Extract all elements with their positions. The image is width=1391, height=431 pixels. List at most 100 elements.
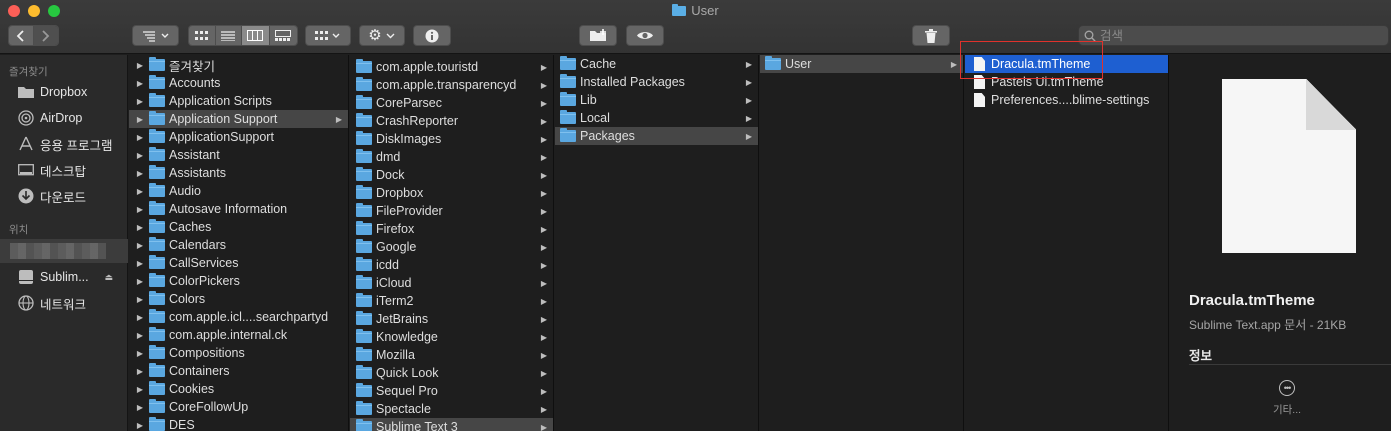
folder-icon	[356, 239, 372, 253]
list-item[interactable]: CrashReporter ▶	[350, 112, 553, 130]
list-item[interactable]: Firefox ▶	[350, 220, 553, 238]
chevron-right-icon: ▶	[540, 350, 547, 360]
list-item[interactable]: ▶ CallServices	[129, 254, 348, 272]
new-folder-button[interactable]	[579, 25, 617, 46]
chevron-right-icon: ▶	[540, 80, 547, 90]
item-label: Audio	[169, 184, 201, 198]
disclosure-icon: ▶	[136, 348, 144, 358]
list-item[interactable]: ▶ com.apple.icl....searchpartyd	[129, 308, 348, 326]
list-item[interactable]: com.apple.touristd ▶	[350, 58, 553, 76]
list-item[interactable]: DiskImages ▶	[350, 130, 553, 148]
redacted-location[interactable]	[0, 239, 128, 263]
folder-icon	[149, 111, 165, 125]
search-input[interactable]	[1100, 28, 1360, 43]
list-item[interactable]: CoreParsec ▶	[350, 94, 553, 112]
sidebar-item-airdrop[interactable]: AirDrop	[0, 107, 128, 129]
list-item[interactable]: ▶ Assistants	[129, 164, 348, 182]
group-by-button[interactable]	[305, 25, 351, 46]
item-label: Quick Look	[376, 366, 439, 380]
list-item[interactable]: ▶ ColorPickers	[129, 272, 348, 290]
list-item-selected[interactable]: User ▶	[760, 55, 963, 73]
list-item[interactable]: ▶ CoreFollowUp	[129, 398, 348, 416]
list-item[interactable]: Preferences....blime-settings	[965, 91, 1168, 109]
list-item-selected[interactable]: Packages ▶	[555, 127, 758, 145]
list-view-button[interactable]	[215, 26, 243, 45]
columns-icon	[247, 30, 264, 41]
trash-icon	[925, 28, 937, 43]
eject-icon[interactable]: ⏏	[104, 272, 113, 283]
list-item[interactable]: Quick Look ▶	[350, 364, 553, 382]
action-menu-button[interactable]: ⚙	[359, 25, 405, 46]
list-item[interactable]: ▶ Containers	[129, 362, 348, 380]
list-item[interactable]: Spectacle ▶	[350, 400, 553, 418]
column-view-button[interactable]	[242, 26, 270, 45]
disclosure-icon: ▶	[136, 294, 144, 304]
search-field[interactable]	[1078, 25, 1389, 46]
icon-view-button[interactable]	[189, 26, 216, 45]
list-item[interactable]: Dock ▶	[350, 166, 553, 184]
disclosure-icon: ▶	[136, 150, 144, 160]
item-label: Local	[580, 111, 610, 125]
back-button[interactable]	[9, 26, 34, 45]
chevron-right-icon: ▶	[540, 98, 547, 108]
list-item[interactable]: ▶ Accounts	[129, 74, 348, 92]
folder-icon	[356, 203, 372, 217]
list-item[interactable]: com.apple.transparencyd ▶	[350, 76, 553, 94]
chevron-right-icon: ▶	[540, 386, 547, 396]
sidebar-item-desktop[interactable]: 데스크탑	[0, 159, 128, 181]
list-item[interactable]: ▶ 즐겨찾기	[129, 56, 348, 74]
list-item[interactable]: ▶ Compositions	[129, 344, 348, 362]
list-item[interactable]: JetBrains ▶	[350, 310, 553, 328]
sidebar-item-applications[interactable]: 응용 프로그램	[0, 133, 128, 155]
sidebar-item-network[interactable]: 네트워크	[0, 292, 128, 314]
list-item-selected[interactable]: ▶ Application Support ▶	[129, 110, 348, 128]
list-item[interactable]: Dropbox ▶	[350, 184, 553, 202]
list-item[interactable]: ▶ Caches	[129, 218, 348, 236]
trash-button[interactable]	[912, 25, 950, 46]
chevron-right-icon: ▶	[540, 224, 547, 234]
list-item[interactable]: FileProvider ▶	[350, 202, 553, 220]
sidebar-item-sublime-disk[interactable]: Sublim... ⏏	[0, 266, 128, 288]
folder-icon	[560, 128, 576, 142]
document-icon	[974, 93, 985, 107]
get-info-button[interactable]	[413, 25, 451, 46]
item-label: Colors	[169, 292, 206, 306]
list-item[interactable]: ▶ Calendars	[129, 236, 348, 254]
list-item[interactable]: ▶ Assistant	[129, 146, 348, 164]
item-label: Google	[376, 240, 417, 254]
list-item[interactable]: Installed Packages ▶	[555, 73, 758, 91]
folder-icon	[356, 221, 372, 235]
list-item[interactable]: ▶ Cookies	[129, 380, 348, 398]
list-item[interactable]: ▶ Application Scripts	[129, 92, 348, 110]
list-item[interactable]: Local ▶	[555, 109, 758, 127]
more-button[interactable]: 기타...	[1261, 402, 1313, 417]
list-item[interactable]: ▶ Colors	[129, 290, 348, 308]
gallery-view-button[interactable]	[269, 26, 297, 45]
list-item[interactable]: Knowledge ▶	[350, 328, 553, 346]
list-item[interactable]: Google ▶	[350, 238, 553, 256]
list-item[interactable]: ▶ DES	[129, 416, 348, 431]
forward-button[interactable]	[33, 26, 58, 45]
list-item[interactable]: iTerm2 ▶	[350, 292, 553, 310]
list-item[interactable]: ▶ ApplicationSupport	[129, 128, 348, 146]
list-item[interactable]: iCloud ▶	[350, 274, 553, 292]
list-item[interactable]: Sequel Pro ▶	[350, 382, 553, 400]
chevron-right-icon: ▶	[540, 332, 547, 342]
item-label: Autosave Information	[169, 202, 288, 216]
list-item[interactable]: Lib ▶	[555, 91, 758, 109]
sidebar-item-dropbox[interactable]: Dropbox	[0, 81, 128, 103]
list-item[interactable]: ▶ Audio	[129, 182, 348, 200]
quick-look-button[interactable]	[626, 25, 664, 46]
sidebar-item-downloads[interactable]: 다운로드	[0, 185, 128, 207]
list-item-selected[interactable]: Sublime Text 3 ▶	[350, 418, 553, 431]
sidebar-arrange-button[interactable]	[132, 25, 179, 46]
list-item[interactable]: Cache ▶	[555, 55, 758, 73]
list-item[interactable]: dmd ▶	[350, 148, 553, 166]
sidebar-item-label: 응용 프로그램	[40, 138, 113, 153]
more-icon[interactable]: •••	[1279, 380, 1295, 396]
list-item[interactable]: Mozilla ▶	[350, 346, 553, 364]
folder-icon	[149, 345, 165, 359]
list-item[interactable]: ▶ Autosave Information	[129, 200, 348, 218]
list-item[interactable]: icdd ▶	[350, 256, 553, 274]
list-item[interactable]: ▶ com.apple.internal.ck	[129, 326, 348, 344]
